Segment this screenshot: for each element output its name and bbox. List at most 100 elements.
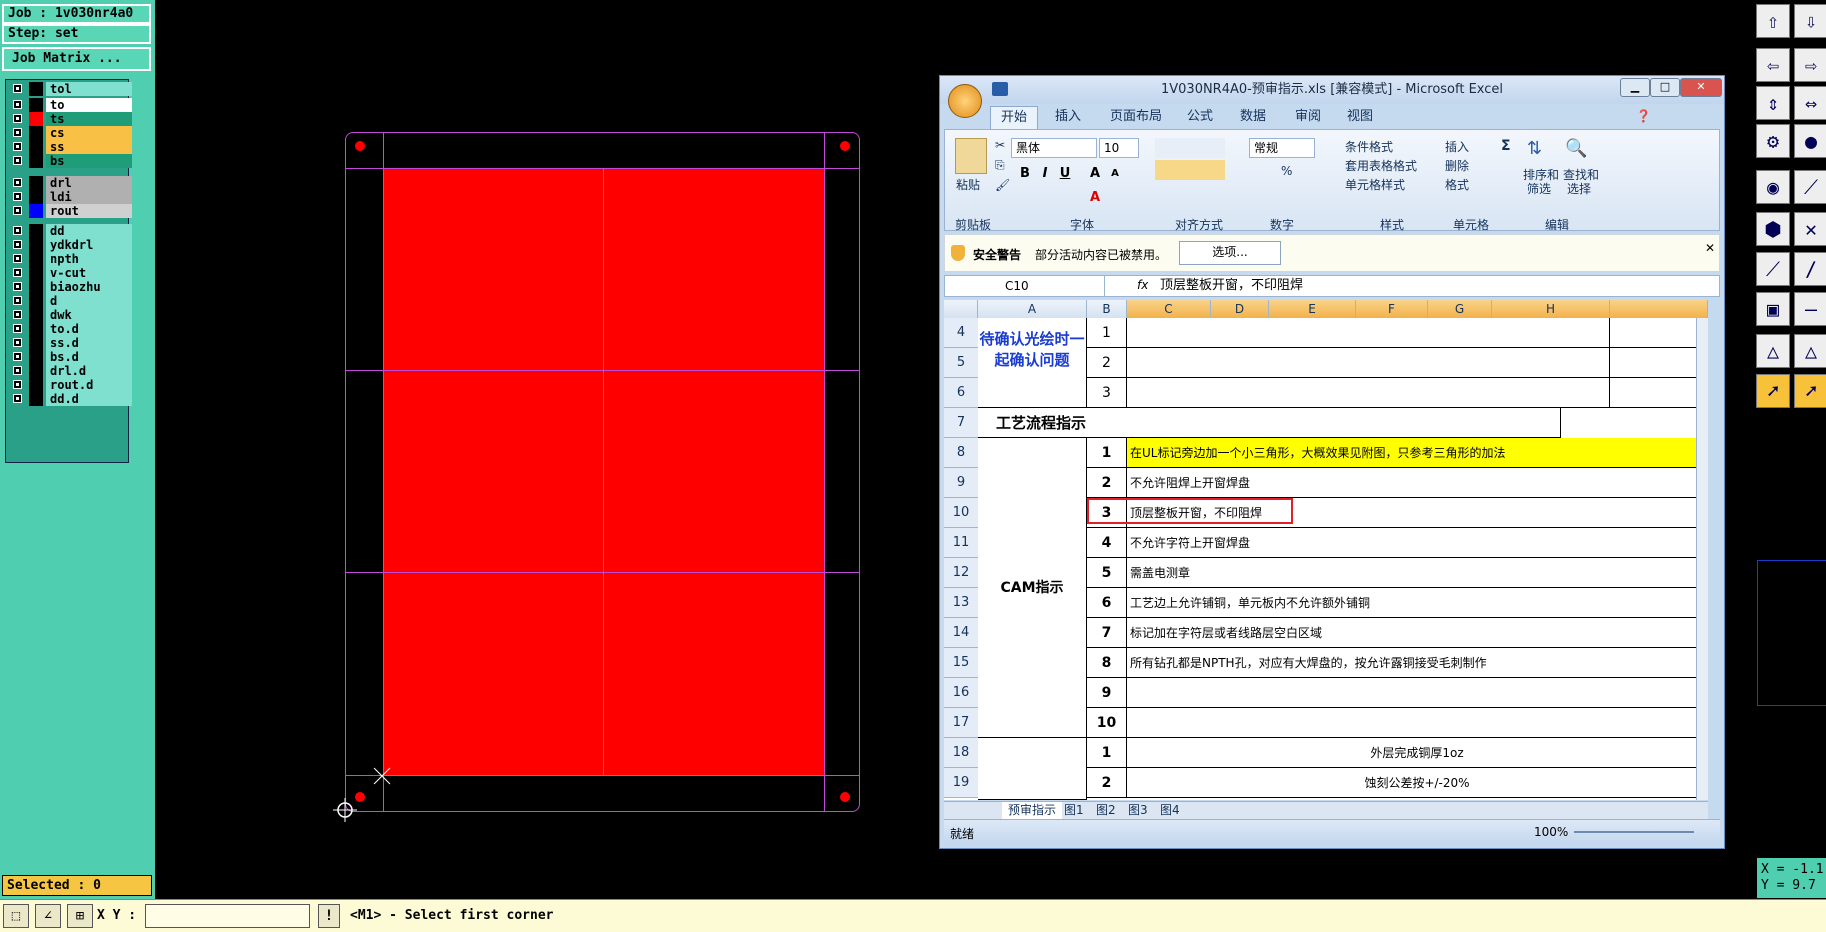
name-box[interactable]: C10 xyxy=(945,276,1105,296)
cam-item-number[interactable]: 7 xyxy=(1087,618,1127,648)
layer-row-d[interactable]: d xyxy=(9,294,132,308)
copy-icon[interactable]: ⎘ xyxy=(995,158,1005,173)
row-header[interactable]: 15 xyxy=(944,648,978,678)
left-icon[interactable]: ⇦ xyxy=(1756,48,1790,82)
layer-color-swatch[interactable] xyxy=(29,190,43,204)
layer-name[interactable]: dwk xyxy=(46,308,132,322)
down-icon[interactable]: ⇩ xyxy=(1794,4,1826,38)
pre-label-cell[interactable] xyxy=(978,738,1087,800)
layer-color-swatch[interactable] xyxy=(29,336,43,350)
shrink-font-button[interactable]: A xyxy=(1105,164,1125,184)
row-header[interactable]: 7 xyxy=(944,408,978,438)
layer-row-dd-d[interactable]: dd.d xyxy=(9,392,132,406)
layer-name[interactable]: ydkdrl xyxy=(46,238,132,252)
layer-name[interactable]: cs xyxy=(46,126,132,140)
pending-number[interactable]: 2 xyxy=(1087,348,1127,378)
security-options-button[interactable]: 选项... xyxy=(1179,241,1281,265)
column-header[interactable]: C xyxy=(1127,300,1211,318)
formula-input[interactable]: 顶层整板开窗，不印阻焊 xyxy=(1160,276,1303,296)
select-all-corner[interactable] xyxy=(944,300,978,318)
layer-checkbox[interactable] xyxy=(13,380,22,389)
grid-button[interactable]: ⊞ xyxy=(67,904,93,928)
font-name-select[interactable]: 黑体 xyxy=(1011,138,1097,158)
cam-label-cell[interactable]: CAM指示 xyxy=(978,438,1087,738)
layer-checkbox[interactable] xyxy=(13,338,22,347)
layer-name[interactable]: bs xyxy=(46,154,132,168)
pending-cell[interactable] xyxy=(1127,318,1610,348)
cam-item-text[interactable] xyxy=(1127,678,1708,708)
layer-name[interactable]: d xyxy=(46,294,132,308)
layer-checkbox[interactable] xyxy=(13,128,22,137)
layer-name[interactable]: ts xyxy=(46,112,132,126)
row-header[interactable]: 14 xyxy=(944,618,978,648)
font-color-button[interactable]: A xyxy=(1085,188,1105,208)
row-header[interactable]: 10 xyxy=(944,498,978,528)
close-button[interactable]: ✕ xyxy=(1680,78,1722,97)
layer-name[interactable]: to xyxy=(46,98,132,112)
pre-item-number[interactable]: 1 xyxy=(1087,738,1127,768)
percent-button[interactable]: % xyxy=(1281,164,1292,178)
dash-icon[interactable]: – xyxy=(1794,292,1826,326)
cam-item-text[interactable]: 所有钻孔都是NPTH孔，对应有大焊盘的，按允许露铜接受毛刺制作 xyxy=(1127,648,1708,678)
layer-color-swatch[interactable] xyxy=(29,154,43,168)
layer-checkbox[interactable] xyxy=(13,142,22,151)
column-header[interactable]: H xyxy=(1492,300,1610,318)
cam-item-text[interactable]: 在UL标记旁边加一个小三角形，大概效果见附图，只参考三角形的加法 xyxy=(1127,438,1708,468)
layer-row-ydkdrl[interactable]: ydkdrl xyxy=(9,238,132,252)
layer-color-swatch[interactable] xyxy=(29,252,43,266)
layer-checkbox[interactable] xyxy=(13,114,22,123)
layer-color-swatch[interactable] xyxy=(29,294,43,308)
pending-extra-cell[interactable] xyxy=(1610,348,1708,378)
layer-color-swatch[interactable] xyxy=(29,308,43,322)
layer-name[interactable]: drl xyxy=(46,176,132,190)
layer-color-swatch[interactable] xyxy=(29,140,43,154)
sheet-tab[interactable]: 图4 xyxy=(1160,802,1180,819)
layer-color-swatch[interactable] xyxy=(29,98,43,112)
layer-color-swatch[interactable] xyxy=(29,266,43,280)
cam-item-text[interactable]: 需盖电测章 xyxy=(1127,558,1708,588)
cam-item-number[interactable]: 10 xyxy=(1087,708,1127,738)
column-header[interactable]: A xyxy=(978,300,1087,318)
grow-font-button[interactable]: A xyxy=(1085,164,1105,184)
layer-row-ldi[interactable]: ldi xyxy=(9,190,132,204)
bold-button[interactable]: B xyxy=(1015,164,1035,184)
layer-row-ss[interactable]: ss xyxy=(9,140,132,154)
layer-checkbox[interactable] xyxy=(13,324,22,333)
layer-checkbox[interactable] xyxy=(13,310,22,319)
number-format-select[interactable]: 常规 xyxy=(1249,138,1315,158)
layer-checkbox[interactable] xyxy=(13,254,22,263)
layer-name[interactable]: ldi xyxy=(46,190,132,204)
format-as-table-button[interactable]: 套用表格格式 xyxy=(1345,157,1417,174)
tab-data[interactable]: 数据 xyxy=(1240,106,1266,128)
job-matrix-button[interactable]: Job Matrix ... xyxy=(2,47,151,71)
sheet-tab[interactable]: 图2 xyxy=(1096,802,1116,819)
help-icon[interactable]: ❓ xyxy=(1636,109,1651,123)
italic-button[interactable]: I xyxy=(1035,164,1055,184)
cam-item-text[interactable]: 工艺边上允许铺铜，单元板内不允许额外铺铜 xyxy=(1127,588,1708,618)
layer-checkbox[interactable] xyxy=(13,84,22,93)
layer-name[interactable]: biaozhu xyxy=(46,280,132,294)
cell-styles-button[interactable]: 单元格样式 xyxy=(1345,176,1405,193)
office-button[interactable] xyxy=(948,84,982,118)
cross-icon[interactable]: ✕ xyxy=(1794,212,1826,246)
vertical-scrollbar[interactable] xyxy=(1696,318,1708,800)
worksheet[interactable]: A B C D E F G H 4 5 6 7 8 9 10 11 12 13 14 15 16 17 18 19 待确认光绘时… xyxy=(944,300,1708,800)
layer-row-to[interactable]: to xyxy=(9,98,132,112)
close-icon[interactable]: ✕ xyxy=(1705,241,1715,255)
sheet-tab[interactable]: 图3 xyxy=(1128,802,1148,819)
pointer-icon[interactable]: ➚ xyxy=(1756,374,1790,408)
row-header[interactable]: 9 xyxy=(944,468,978,498)
layer-name[interactable]: rout xyxy=(46,204,132,218)
underline-button[interactable]: U xyxy=(1055,164,1075,184)
layer-name[interactable]: tol xyxy=(46,82,132,96)
layers-icon[interactable]: ⚙ xyxy=(1756,124,1790,158)
layer-color-swatch[interactable] xyxy=(29,392,43,406)
layer-name[interactable]: ss.d xyxy=(46,336,132,350)
layer-row-ts[interactable]: ts xyxy=(9,112,132,126)
align-top-buttons[interactable] xyxy=(1155,138,1225,158)
layer-row-npth[interactable]: npth xyxy=(9,252,132,266)
column-header[interactable] xyxy=(1610,300,1708,318)
layer-row-ss-d[interactable]: ss.d xyxy=(9,336,132,350)
layer-color-swatch[interactable] xyxy=(29,280,43,294)
layer-color-swatch[interactable] xyxy=(29,126,43,140)
